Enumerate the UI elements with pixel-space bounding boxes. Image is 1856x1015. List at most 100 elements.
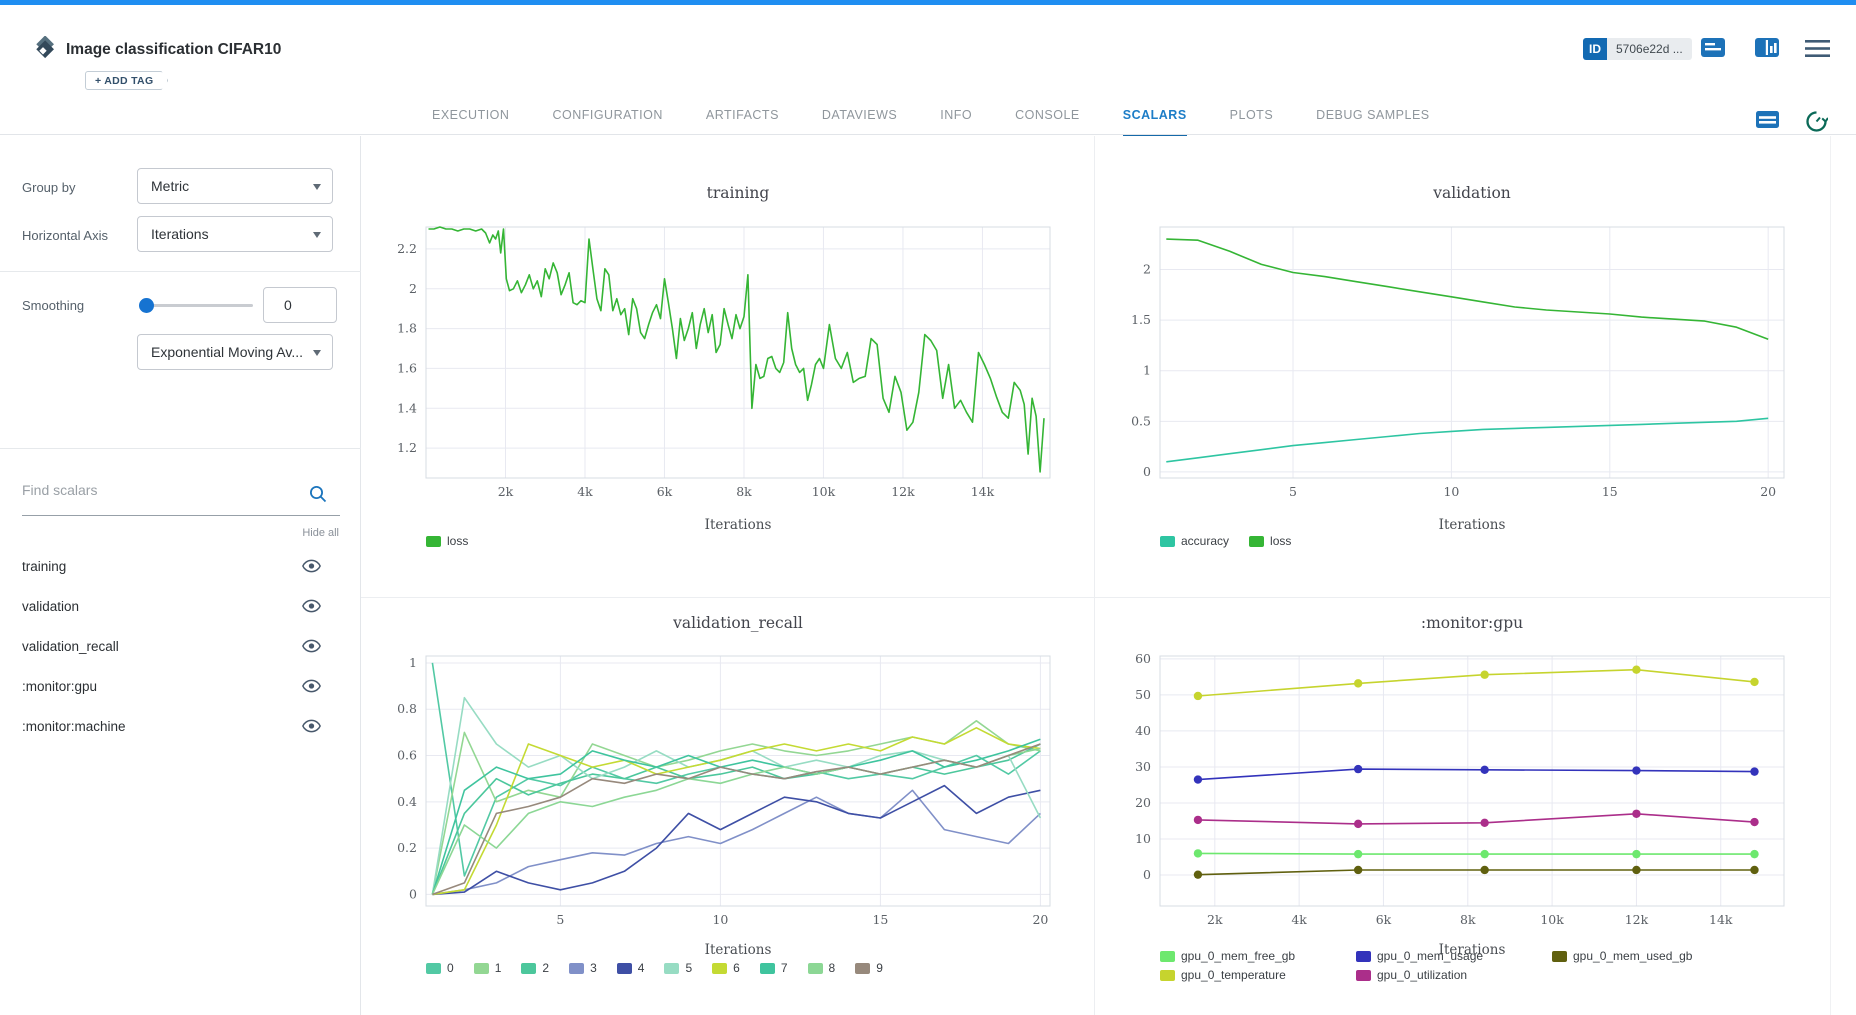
svg-text:4k: 4k bbox=[1291, 912, 1307, 927]
smoothing-value-input[interactable] bbox=[263, 287, 337, 323]
svg-text:4k: 4k bbox=[577, 484, 593, 499]
search-icon[interactable] bbox=[308, 484, 328, 504]
metric-label: validation bbox=[22, 599, 79, 614]
legend-label: accuracy bbox=[1181, 534, 1229, 548]
tab-console[interactable]: CONSOLE bbox=[1015, 108, 1080, 138]
legend-item-2[interactable]: 2 bbox=[521, 961, 549, 975]
legend-item-accuracy[interactable]: accuracy bbox=[1160, 534, 1229, 548]
smoothing-slider-thumb[interactable] bbox=[139, 298, 154, 313]
legend-swatch bbox=[855, 963, 870, 974]
legend-label: gpu_0_utilization bbox=[1377, 968, 1467, 982]
svg-text:0.5: 0.5 bbox=[1131, 413, 1151, 428]
tab-configuration[interactable]: CONFIGURATION bbox=[552, 108, 662, 138]
svg-text:0.2: 0.2 bbox=[397, 840, 417, 855]
legend-item-6[interactable]: 6 bbox=[712, 961, 740, 975]
legend-label: loss bbox=[1270, 534, 1291, 548]
legend-item-8[interactable]: 8 bbox=[808, 961, 836, 975]
legend-label: gpu_0_mem_used_gb bbox=[1573, 949, 1692, 963]
group-by-select[interactable]: Metric bbox=[137, 168, 333, 204]
scroll-gutter[interactable] bbox=[1830, 136, 1856, 1015]
svg-text:10: 10 bbox=[712, 912, 728, 927]
legend-item-gpu-0-mem-used-gb[interactable]: gpu_0_mem_used_gb bbox=[1552, 949, 1752, 963]
svg-text:12k: 12k bbox=[1625, 912, 1649, 927]
chart-svg-1: 510152000.511.52validationIterations bbox=[1095, 136, 1829, 598]
chart-title: training bbox=[707, 184, 770, 202]
tab-info[interactable]: INFO bbox=[940, 108, 972, 138]
legend-swatch bbox=[664, 963, 679, 974]
svg-text:1.6: 1.6 bbox=[397, 360, 417, 375]
legend-item-3[interactable]: 3 bbox=[569, 961, 597, 975]
id-badge[interactable]: ID 5706e22d ... bbox=[1583, 38, 1692, 60]
legend-label: 6 bbox=[733, 961, 740, 975]
metric-row-validation: validation bbox=[0, 587, 361, 627]
legend-label: 5 bbox=[685, 961, 692, 975]
legend-item-gpu-0-mem-usage[interactable]: gpu_0_mem_usage bbox=[1356, 949, 1532, 963]
legend-item-loss[interactable]: loss bbox=[426, 534, 468, 548]
legend-label: gpu_0_mem_free_gb bbox=[1181, 949, 1295, 963]
legend-swatch bbox=[712, 963, 727, 974]
compare-panel-icon[interactable] bbox=[1754, 36, 1780, 60]
eye-visibility-icon[interactable] bbox=[302, 598, 321, 619]
comment-icon[interactable] bbox=[1700, 36, 1726, 60]
svg-text:2: 2 bbox=[409, 281, 417, 296]
metric-label: validation_recall bbox=[22, 639, 119, 654]
legend-swatch bbox=[1160, 536, 1175, 547]
tab-debug-samples[interactable]: DEBUG SAMPLES bbox=[1316, 108, 1429, 138]
legend-label: 4 bbox=[638, 961, 645, 975]
legend-item-0[interactable]: 0 bbox=[426, 961, 454, 975]
legend-swatch bbox=[1249, 536, 1264, 547]
eye-visibility-icon[interactable] bbox=[302, 678, 321, 699]
tab-artifacts[interactable]: ARTIFACTS bbox=[706, 108, 779, 138]
svg-text:15: 15 bbox=[872, 912, 888, 927]
legend-item-5[interactable]: 5 bbox=[664, 961, 692, 975]
legend-swatch bbox=[808, 963, 823, 974]
legend-item-gpu-0-mem-free-gb[interactable]: gpu_0_mem_free_gb bbox=[1160, 949, 1336, 963]
smoothing-slider[interactable] bbox=[141, 304, 253, 307]
find-scalars-input[interactable] bbox=[22, 482, 304, 498]
table-view-icon[interactable] bbox=[1755, 110, 1780, 130]
svg-text:8k: 8k bbox=[1460, 912, 1476, 927]
eye-visibility-icon[interactable] bbox=[302, 718, 321, 739]
svg-text:1.2: 1.2 bbox=[397, 440, 417, 455]
legend-item-gpu-0-temperature[interactable]: gpu_0_temperature bbox=[1160, 968, 1336, 982]
svg-text:5: 5 bbox=[556, 912, 564, 927]
eye-visibility-icon[interactable] bbox=[302, 638, 321, 659]
tab-scalars[interactable]: SCALARS bbox=[1123, 108, 1187, 138]
legend-item-7[interactable]: 7 bbox=[760, 961, 788, 975]
refresh-icon[interactable] bbox=[1805, 110, 1828, 133]
legend-label: 9 bbox=[876, 961, 883, 975]
x-axis-title: Iterations bbox=[705, 942, 772, 958]
legend-item-loss[interactable]: loss bbox=[1249, 534, 1291, 548]
svg-text:60: 60 bbox=[1135, 651, 1151, 666]
eye-visibility-icon[interactable] bbox=[302, 558, 321, 579]
group-by-label: Group by bbox=[22, 180, 75, 195]
svg-text:1: 1 bbox=[409, 655, 417, 670]
legend-swatch bbox=[1552, 951, 1567, 962]
legend-item-9[interactable]: 9 bbox=[855, 961, 883, 975]
legend-item-gpu-0-utilization[interactable]: gpu_0_utilization bbox=[1356, 968, 1532, 982]
legend-label: 8 bbox=[829, 961, 836, 975]
hide-all-button[interactable]: Hide all bbox=[302, 527, 339, 539]
legend-label: 1 bbox=[495, 961, 502, 975]
add-tag-button[interactable]: + ADD TAG bbox=[85, 71, 168, 90]
chart-legend: loss bbox=[426, 534, 468, 548]
svg-text:2: 2 bbox=[1143, 262, 1151, 277]
legend-swatch bbox=[1160, 970, 1175, 981]
legend-label: 2 bbox=[542, 961, 549, 975]
tab-plots[interactable]: PLOTS bbox=[1230, 108, 1274, 138]
x-axis-title: Iterations bbox=[1439, 517, 1506, 533]
hamburger-menu-icon[interactable] bbox=[1805, 40, 1830, 58]
horizontal-axis-select[interactable]: Iterations bbox=[137, 216, 333, 252]
svg-text:0: 0 bbox=[1143, 867, 1151, 882]
horizontal-axis-value: Iterations bbox=[151, 226, 209, 242]
legend-item-1[interactable]: 1 bbox=[474, 961, 502, 975]
legend-swatch bbox=[521, 963, 536, 974]
legend-item-4[interactable]: 4 bbox=[617, 961, 645, 975]
tab-bar: EXECUTION CONFIGURATION ARTIFACTS DATAVIEWS… bbox=[432, 108, 1430, 138]
legend-swatch bbox=[426, 536, 441, 547]
chart-card-validation: 510152000.511.52validationIterationsaccu… bbox=[1095, 136, 1830, 598]
tab-dataviews[interactable]: DATAVIEWS bbox=[822, 108, 897, 138]
tab-execution[interactable]: EXECUTION bbox=[432, 108, 509, 138]
smoothing-method-select[interactable]: Exponential Moving Av... bbox=[137, 334, 333, 370]
legend-label: gpu_0_temperature bbox=[1181, 968, 1286, 982]
